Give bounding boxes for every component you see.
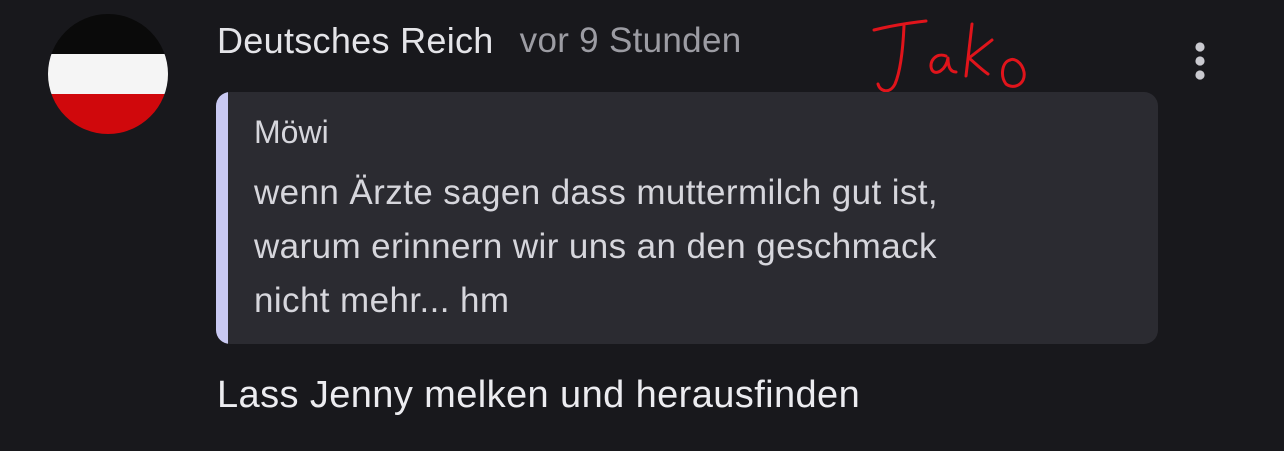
quote-accent-bar	[216, 92, 228, 344]
avatar-stripe-white	[48, 54, 168, 94]
more-options-button[interactable]	[1180, 38, 1220, 84]
quote-line: warum erinnern wir uns an den geschmack	[254, 227, 937, 266]
quote-line: wenn Ärzte sagen dass muttermilch gut is…	[254, 173, 939, 212]
quoted-reply[interactable]: Möwi wenn Ärzte sagen dass muttermilch g…	[216, 92, 1158, 344]
quote-line: nicht mehr... hm	[254, 281, 510, 320]
more-vertical-icon	[1195, 42, 1205, 80]
comment: Deutsches Reich vor 9 Stunden Möwi wenn …	[0, 0, 1284, 451]
author-name[interactable]: Deutsches Reich	[217, 20, 494, 62]
handwritten-annotation	[872, 19, 1026, 93]
quote-author: Möwi	[254, 114, 329, 150]
comment-header: Deutsches Reich vor 9 Stunden	[217, 18, 741, 64]
avatar-stripe-red	[48, 94, 168, 134]
quote-text: wenn Ärzte sagen dass muttermilch gut is…	[254, 166, 1134, 328]
avatar-stripe-black	[48, 14, 168, 54]
avatar[interactable]	[48, 14, 168, 134]
comment-text: Lass Jenny melken und herausfinden	[217, 374, 861, 416]
timestamp: vor 9 Stunden	[519, 21, 742, 60]
